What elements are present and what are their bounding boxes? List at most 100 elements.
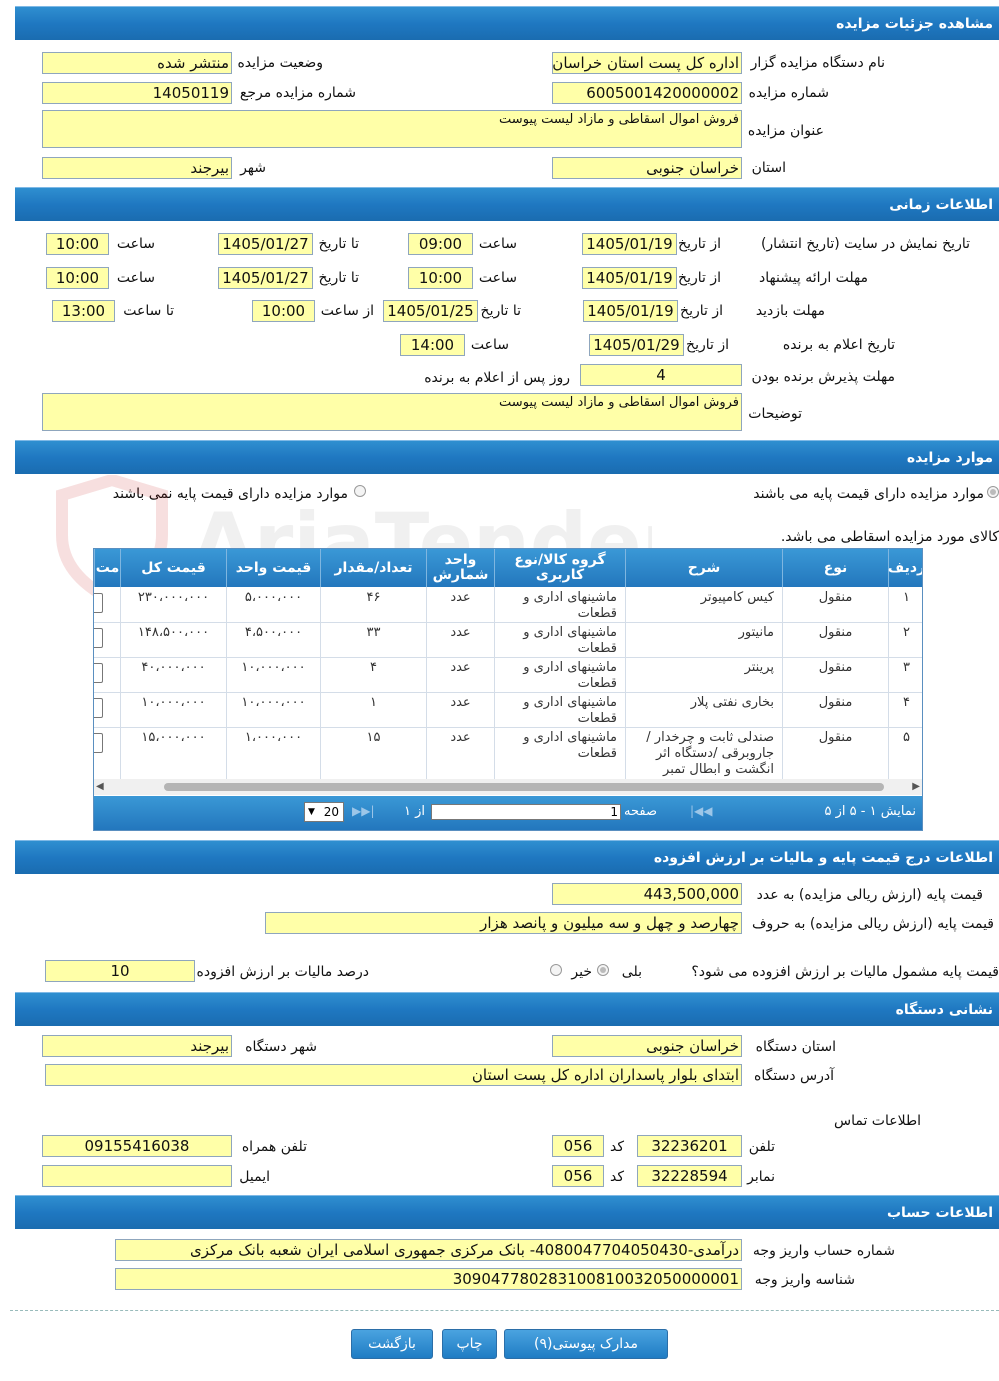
number-label: شماره مزایده — [748, 85, 829, 101]
vat-yes-label: بلی — [621, 964, 642, 980]
section-header-timing: اطلاعات زمانی — [15, 187, 999, 221]
visit-from-date-field: 1405/01/19 — [583, 300, 678, 322]
row-checkbox[interactable] — [94, 628, 103, 648]
visit-deadline-label: مهلت بازدید — [755, 303, 825, 319]
cell-group: ماشینهای اداری و قطعات — [494, 587, 625, 622]
display-to-date-field: 1405/01/27 — [218, 233, 313, 255]
org-field: اداره کل پست استان خراسان جنوبی — [552, 52, 742, 74]
display-from-date-label: از تاریخ — [678, 236, 721, 252]
cell-qty: ۱۵ — [320, 727, 426, 780]
table-row[interactable]: ۱ منقول کیس کامپیوتر ماشینهای اداری و قطعات… — [94, 587, 922, 623]
offer-from-date-label: از تاریخ — [678, 270, 721, 286]
vat-no-label: خیر — [571, 964, 592, 980]
notes-label: توضیحات — [748, 406, 802, 422]
vat-no-radio[interactable] — [550, 964, 562, 976]
ref-number-label: شماره مزایده مرجع — [239, 85, 356, 101]
status-field: منتشر شده — [42, 52, 232, 74]
offer-from-time-label: ساعت — [478, 270, 517, 286]
phone-code-label: کد — [609, 1139, 624, 1155]
page-input[interactable]: 1 — [431, 804, 621, 820]
row-checkbox[interactable] — [94, 663, 103, 683]
col-unit-price[interactable]: قیمت واحد — [226, 549, 320, 587]
visit-from-date-label: از تاریخ — [680, 303, 723, 319]
row-checkbox[interactable] — [94, 698, 103, 718]
cell-unit-price: ۱،۰۰۰،۰۰۰ — [226, 727, 320, 780]
print-button[interactable]: چاپ — [442, 1329, 497, 1359]
col-desc[interactable]: شرح — [625, 549, 782, 587]
cell-type: منقول — [782, 727, 888, 780]
org-province-label: استان دستگاه — [755, 1039, 836, 1055]
cell-qty: ۳۳ — [320, 622, 426, 657]
cell-desc: بخاری نفتی پلار — [625, 692, 782, 727]
offer-to-time-field: 10:00 — [46, 267, 109, 289]
org-label: نام دستگاه مزایده گزار — [750, 55, 885, 71]
section-header-account: اطلاعات حساب — [15, 1195, 999, 1229]
visit-from-time-field: 10:00 — [252, 300, 315, 322]
scrap-note: کالای مورد مزایده اسقاطی می باشد. — [780, 529, 999, 545]
cell-total: ۱۴۸،۵۰۰،۰۰۰ — [120, 622, 226, 657]
cell-desc: صندلی ثابت و چرخدار / جاروبرقی /دستگاه ا… — [625, 727, 782, 780]
back-button[interactable]: بازگشت — [351, 1329, 433, 1359]
base-price-words-field: چهارصد و چهل و سه میلیون و پانصد هزار — [265, 912, 742, 934]
col-qty[interactable]: تعداد/مقدار — [320, 549, 426, 587]
announce-from-date-label: از تاریخ — [686, 337, 729, 353]
announce-time-field: 14:00 — [400, 334, 465, 356]
col-idx[interactable]: ردیف — [888, 549, 922, 587]
base-price-number-label: قیمت پایه (ارزش ریالی مزایده) به عدد — [756, 887, 983, 903]
attachments-button[interactable]: مدارک پیوستی(۹) — [504, 1329, 668, 1359]
col-total[interactable]: قیمت کل — [120, 549, 226, 587]
table-row[interactable]: ۵ منقول صندلی ثابت و چرخدار / جاروبرقی /دس… — [94, 727, 922, 781]
offer-deadline-label: مهلت ارائه پیشنهاد — [759, 270, 868, 286]
vat-percent-label: درصد مالیات بر ارزش افزوده — [196, 964, 370, 980]
cell-idx: ۵ — [888, 727, 922, 780]
vat-percent-field: 10 — [45, 960, 195, 982]
items-grid: ردیف نوع شرح گروه کالا/نوع کاربری واحد ش… — [93, 548, 923, 831]
col-extra[interactable]: مت — [94, 549, 120, 587]
cell-qty: ۱ — [320, 692, 426, 727]
cell-group: ماشینهای اداری و قطعات — [494, 657, 625, 692]
first-page-icon[interactable]: |◀◀ — [690, 804, 713, 818]
base-price-number-field: 443,500,000 — [552, 883, 742, 905]
section-header-items: موارد مزایده — [15, 440, 999, 474]
display-to-time-label: ساعت — [116, 236, 155, 252]
province-field: خراسان جنوبی — [552, 157, 742, 179]
divider — [10, 1310, 999, 1311]
display-from-date-field: 1405/01/19 — [582, 233, 677, 255]
grid-pager: نمایش ۱ - ۵ از ۵ |◀◀ صفحه 1 از ۱ ▶▶| 20 … — [94, 796, 922, 830]
col-group[interactable]: گروه کالا/نوع کاربری — [494, 549, 625, 587]
radio-with-base-price[interactable] — [987, 486, 999, 498]
cell-qty: ۴ — [320, 657, 426, 692]
fax-field: 32228594 — [637, 1165, 742, 1187]
scroll-right-arrow-icon[interactable]: ▶ — [912, 781, 920, 792]
accept-days-suffix: روز پس از اعلام به برنده — [424, 370, 570, 386]
title-label: عنوان مزایده — [747, 123, 824, 139]
offer-to-time-label: ساعت — [116, 270, 155, 286]
radio-without-base-price[interactable] — [354, 485, 366, 497]
scroll-left-arrow-icon[interactable]: ◀ — [96, 781, 104, 792]
announce-time-label: ساعت — [470, 337, 509, 353]
display-to-time-field: 10:00 — [46, 233, 109, 255]
page-label: صفحه — [624, 804, 657, 819]
page-size-value: 20 — [323, 805, 339, 819]
announce-date-field: 1405/01/29 — [589, 334, 684, 356]
table-row[interactable]: ۴ منقول بخاری نفتی پلار ماشینهای اداری و قط… — [94, 692, 922, 728]
offer-to-date-label: تا تاریخ — [318, 270, 359, 286]
table-row[interactable]: ۲ منقول مانیتور ماشینهای اداری و قطعات عدد ۳۳… — [94, 622, 922, 658]
row-checkbox[interactable] — [94, 733, 103, 753]
vat-yes-radio[interactable] — [597, 964, 609, 976]
table-row[interactable]: ۳ منقول پرینتر ماشینهای اداری و قطعات عدد ۴ ۱۰… — [94, 657, 922, 693]
col-type[interactable]: نوع — [782, 549, 888, 587]
scrollbar-thumb[interactable] — [164, 783, 884, 791]
accept-days-field: 4 — [580, 364, 742, 386]
row-checkbox[interactable] — [94, 593, 103, 613]
org-city-label: شهر دستگاه — [245, 1039, 317, 1055]
cell-unit: عدد — [426, 727, 494, 780]
last-page-icon[interactable]: ▶▶| — [352, 804, 375, 818]
cell-total: ۱۵،۰۰۰،۰۰۰ — [120, 727, 226, 780]
grid-horizontal-scrollbar[interactable]: ◀ ▶ — [94, 779, 922, 795]
fax-label: نمابر — [747, 1169, 775, 1185]
org-address-label: آدرس دستگاه — [754, 1068, 834, 1084]
offer-from-time-field: 10:00 — [408, 267, 473, 289]
page-size-select[interactable]: 20 ▼ — [304, 802, 344, 822]
col-unit[interactable]: واحد شمارش — [426, 549, 494, 587]
